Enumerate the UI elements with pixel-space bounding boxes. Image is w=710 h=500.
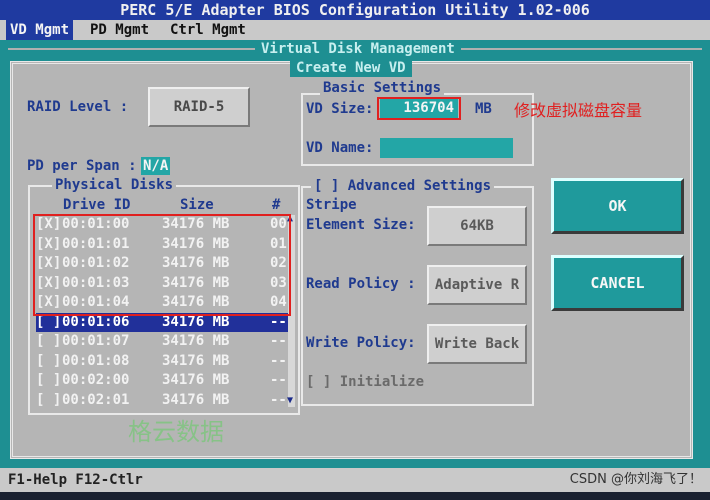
- stripe-size-select[interactable]: 64KB: [427, 206, 527, 246]
- ok-button[interactable]: OK: [551, 178, 684, 234]
- disk-row[interactable]: [ ] 00:01:08 34176 MB --: [36, 352, 290, 371]
- col-header-size: Size: [180, 197, 214, 213]
- basic-settings-title: Basic Settings: [320, 79, 445, 97]
- menu-bar: VD Mgmt PD Mgmt Ctrl Mgmt: [0, 20, 710, 40]
- stripe-label: Stripe: [306, 197, 357, 213]
- raid-level-select[interactable]: RAID-5: [148, 87, 250, 127]
- disk-number: --: [270, 391, 287, 408]
- pd-per-span-field[interactable]: N/A: [141, 157, 171, 175]
- col-header-number: #: [272, 197, 281, 213]
- selected-disks-highlight: [33, 214, 291, 316]
- disk-drive-id: 00:02:01: [62, 391, 130, 408]
- disk-size: 34176 MB: [162, 352, 230, 369]
- disk-row[interactable]: [ ] 00:01:07 34176 MB --: [36, 332, 290, 351]
- write-policy-select[interactable]: Write Back: [427, 324, 527, 364]
- disk-size: 34176 MB: [162, 391, 230, 408]
- disk-row[interactable]: [ ] 00:02:00 34176 MB --: [36, 371, 290, 390]
- disk-number: --: [270, 352, 287, 369]
- disk-checkbox: [ ]: [36, 352, 62, 369]
- menu-pd-mgmt[interactable]: PD Mgmt: [86, 20, 153, 40]
- raid-level-label: RAID Level :: [27, 99, 129, 115]
- disk-drive-id: 00:02:00: [62, 372, 130, 388]
- panel-title: Virtual Disk Management: [255, 40, 461, 58]
- disk-checkbox: [ ]: [36, 391, 62, 408]
- vd-size-label: VD Size:: [306, 101, 374, 117]
- col-header-drive-id: Drive ID: [63, 197, 131, 213]
- physical-disks-title: Physical Disks: [52, 176, 177, 194]
- write-policy-label: Write Policy:: [306, 335, 416, 351]
- vd-size-highlight: [377, 97, 461, 120]
- credit-watermark: CSDN @你刘海飞了！: [569, 472, 702, 487]
- initialize-checkbox[interactable]: [ ] Initialize: [306, 373, 424, 391]
- disk-drive-id: 00:01:08: [62, 352, 130, 369]
- read-policy-value: Adaptive R: [434, 277, 520, 293]
- vd-size-unit: MB: [475, 101, 492, 117]
- stripe-size-value: 64KB: [460, 218, 494, 234]
- disk-number: --: [270, 333, 287, 349]
- disk-checkbox: [ ]: [36, 333, 62, 349]
- help-bar: F1-Help F12-Ctlr CSDN @你刘海飞了！: [0, 468, 710, 492]
- dialog-title: Create New VD: [290, 59, 412, 77]
- help-keys: F1-Help F12-Ctlr: [8, 472, 143, 488]
- vd-name-input[interactable]: [380, 138, 513, 158]
- disk-drive-id: 00:01:07: [62, 333, 130, 349]
- write-policy-value: Write Back: [434, 336, 520, 352]
- menu-ctrl-mgmt[interactable]: Ctrl Mgmt: [166, 20, 250, 40]
- advanced-settings-checkbox[interactable]: [ ] Advanced Settings: [311, 177, 495, 195]
- disk-size: 34176 MB: [162, 333, 230, 349]
- cancel-button[interactable]: CANCEL: [551, 255, 684, 311]
- watermark-logo: 格云数据: [128, 418, 224, 446]
- read-policy-label: Read Policy :: [306, 276, 416, 292]
- disk-checkbox: [ ]: [36, 372, 62, 388]
- disk-size: 34176 MB: [162, 372, 230, 388]
- element-size-label: Element Size:: [306, 217, 416, 233]
- scroll-down-icon[interactable]: ▼: [287, 396, 293, 406]
- vd-name-label: VD Name:: [306, 140, 374, 156]
- disk-row[interactable]: [ ] 00:02:01 34176 MB --: [36, 391, 290, 410]
- read-policy-select[interactable]: Adaptive R: [427, 265, 527, 305]
- menu-vd-mgmt[interactable]: VD Mgmt: [6, 20, 74, 40]
- annotation-text: 修改虚拟磁盘容量: [514, 101, 643, 120]
- raid-level-value: RAID-5: [173, 99, 225, 115]
- pd-per-span-label: PD per Span :: [27, 158, 137, 174]
- disk-number: --: [270, 372, 287, 388]
- app-title-bar: PERC 5/E Adapter BIOS Configuration Util…: [0, 0, 710, 20]
